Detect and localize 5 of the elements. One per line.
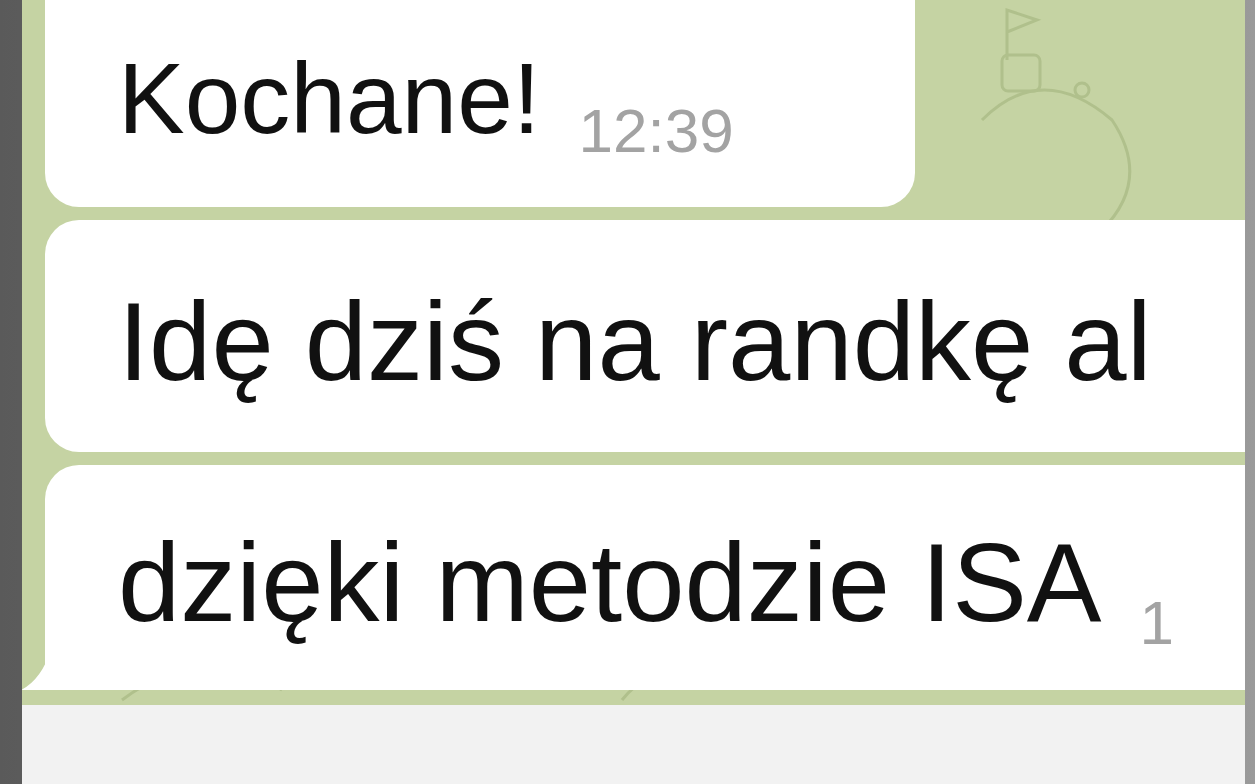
message-time: 12:39 bbox=[578, 100, 734, 162]
message-text: dzięki metodzie ISA bbox=[118, 518, 1102, 647]
message-time: 1 bbox=[1139, 592, 1175, 654]
message-text: Idę dziś na randkę al bbox=[118, 277, 1152, 406]
message-text: Kochane! bbox=[118, 41, 541, 156]
